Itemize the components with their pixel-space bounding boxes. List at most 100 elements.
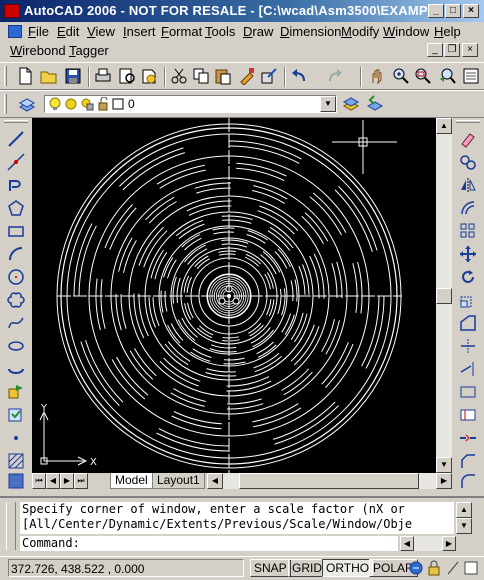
last-tab-button[interactable]: ⏭ xyxy=(74,473,88,489)
menu-modify[interactable]: Modify xyxy=(341,24,379,39)
arc-icon[interactable] xyxy=(7,245,25,263)
revision-cloud-icon[interactable] xyxy=(7,291,25,309)
zoom-previous-icon[interactable] xyxy=(438,67,456,85)
block-editor-icon[interactable] xyxy=(260,67,278,85)
layer-previous-icon[interactable] xyxy=(366,94,384,112)
offset-icon[interactable] xyxy=(459,199,477,217)
scroll-thumb[interactable] xyxy=(436,288,452,304)
make-block-icon[interactable] xyxy=(7,406,25,424)
cmd-scroll-right[interactable]: ▶ xyxy=(442,536,456,551)
make-object-layer-current-icon[interactable] xyxy=(342,94,360,112)
menu-insert[interactable]: Insert xyxy=(123,24,156,39)
layer-manager-icon[interactable] xyxy=(18,95,36,113)
viewport-thaw-icon[interactable] xyxy=(80,97,94,111)
circle-icon[interactable] xyxy=(7,268,25,286)
minimize-button[interactable]: _ xyxy=(428,4,444,18)
scroll-up-button[interactable]: ▲ xyxy=(436,118,452,134)
break-at-point-icon[interactable] xyxy=(459,383,477,401)
chamfer-icon[interactable] xyxy=(459,452,477,470)
new-file-icon[interactable] xyxy=(16,67,34,85)
match-properties-icon[interactable] xyxy=(238,67,256,85)
copy-icon[interactable] xyxy=(192,67,210,85)
layer-dropdown[interactable]: 0 ▼ xyxy=(44,95,337,113)
construction-line-icon[interactable] xyxy=(7,153,25,171)
menu-dimension[interactable]: Dimension xyxy=(280,24,341,39)
save-icon[interactable] xyxy=(64,67,82,85)
close-button[interactable]: × xyxy=(463,4,479,18)
toolbar-grip[interactable] xyxy=(456,120,480,123)
command-input[interactable]: Command: xyxy=(20,536,398,551)
ellipse-icon[interactable] xyxy=(7,337,25,355)
cmd-scroll-left[interactable]: ◀ xyxy=(400,536,414,551)
toolbar-grip[interactable] xyxy=(4,66,7,86)
clean-screen-icon[interactable] xyxy=(464,561,478,575)
plot-preview-icon[interactable] xyxy=(118,67,136,85)
zoom-realtime-icon[interactable] xyxy=(392,67,410,85)
hatch-icon[interactable] xyxy=(7,452,25,470)
doc-close-button[interactable]: × xyxy=(462,43,478,57)
menu-tagger[interactable]: Tagger xyxy=(69,43,109,58)
menu-help[interactable]: Help xyxy=(434,24,461,39)
layer-thaw-sun-icon[interactable] xyxy=(64,97,78,111)
polyline-icon[interactable] xyxy=(7,176,25,194)
publish-icon[interactable] xyxy=(140,67,158,85)
maximize-button[interactable]: □ xyxy=(445,4,461,18)
plot-icon[interactable] xyxy=(94,67,112,85)
move-icon[interactable] xyxy=(459,245,477,263)
drawing-canvas[interactable]: YX xyxy=(32,118,436,473)
redo-icon[interactable] xyxy=(326,67,344,85)
layer-dropdown-arrow[interactable]: ▼ xyxy=(320,96,336,112)
gradient-icon[interactable] xyxy=(7,472,25,490)
zoom-window-icon[interactable] xyxy=(414,67,432,85)
menu-draw[interactable]: Draw xyxy=(243,24,273,39)
array-icon[interactable] xyxy=(459,222,477,240)
pan-icon[interactable] xyxy=(368,67,386,85)
grid-toggle[interactable]: GRID xyxy=(288,559,326,577)
scroll-left-button[interactable]: ◀ xyxy=(207,473,223,489)
snap-toggle[interactable]: SNAP xyxy=(250,559,291,577)
break-icon[interactable] xyxy=(459,406,477,424)
cmd-scroll-down[interactable]: ▼ xyxy=(456,518,472,534)
toolbar-grip[interactable] xyxy=(4,120,28,123)
toolbar-lock-icon[interactable] xyxy=(426,560,442,576)
join-icon[interactable] xyxy=(459,429,477,447)
fillet-icon[interactable] xyxy=(459,472,477,490)
paste-icon[interactable] xyxy=(214,67,232,85)
vertical-scrollbar[interactable]: ▲ ▼ xyxy=(436,118,452,473)
cmd-horizontal-scrollbar[interactable]: ◀ ▶ xyxy=(400,536,456,551)
document-icon[interactable] xyxy=(8,25,22,38)
trim-icon[interactable] xyxy=(459,337,477,355)
autocad-app-icon[interactable] xyxy=(4,4,20,18)
tab-model[interactable]: Model xyxy=(110,473,153,489)
polygon-icon[interactable] xyxy=(7,199,25,217)
scale-icon[interactable] xyxy=(459,291,477,309)
menu-view[interactable]: View xyxy=(87,24,115,39)
menu-tools[interactable]: Tools xyxy=(205,24,235,39)
erase-icon[interactable] xyxy=(459,130,477,148)
rotate-icon[interactable] xyxy=(459,268,477,286)
menu-wirebond[interactable]: Wirebond xyxy=(10,43,66,58)
doc-minimize-button[interactable]: _ xyxy=(427,43,443,57)
cmd-scroll-up[interactable]: ▲ xyxy=(456,502,472,518)
layer-on-bulb-icon[interactable] xyxy=(48,97,62,111)
rectangle-icon[interactable] xyxy=(7,222,25,240)
command-window-grip[interactable] xyxy=(6,502,16,550)
properties-icon[interactable] xyxy=(462,67,480,85)
communication-center-icon[interactable] xyxy=(408,560,424,576)
ortho-toggle[interactable]: ORTHO xyxy=(322,559,374,577)
cursor-coordinates[interactable]: 372.726, 438.522 , 0.000 xyxy=(8,559,244,577)
ellipse-arc-icon[interactable] xyxy=(7,360,25,378)
open-file-icon[interactable] xyxy=(40,67,58,85)
scroll-down-button[interactable]: ▼ xyxy=(436,457,452,473)
next-tab-button[interactable]: ▶ xyxy=(60,473,74,489)
stretch-icon[interactable] xyxy=(459,314,477,332)
point-icon[interactable] xyxy=(7,429,25,447)
line-icon[interactable] xyxy=(7,130,25,148)
menu-window[interactable]: Window xyxy=(383,24,429,39)
hscroll-thumb[interactable] xyxy=(239,473,419,489)
scroll-right-button[interactable]: ▶ xyxy=(436,473,452,489)
extend-icon[interactable] xyxy=(459,360,477,378)
first-tab-button[interactable]: ⏮ xyxy=(32,473,46,489)
undo-icon[interactable] xyxy=(290,67,308,85)
layer-color-swatch[interactable] xyxy=(112,98,124,110)
